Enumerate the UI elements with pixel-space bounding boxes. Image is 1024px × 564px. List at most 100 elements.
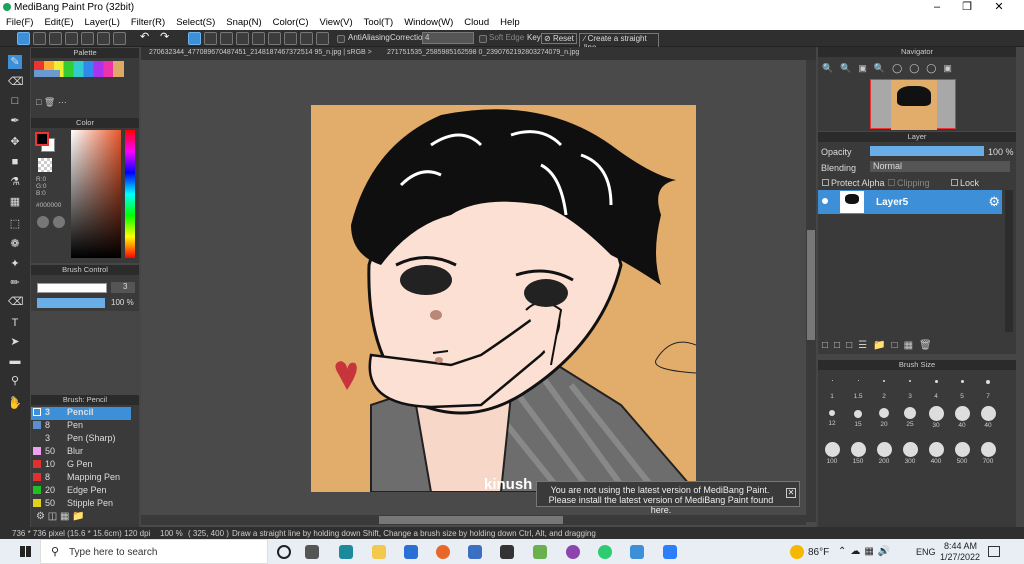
- menu-edit[interactable]: Edit(E): [38, 15, 78, 30]
- layer-actions[interactable]: □□□☰📁□▦🗑: [822, 340, 938, 351]
- app-icon[interactable]: [533, 545, 547, 559]
- undo-icon[interactable]: ↶: [140, 32, 153, 45]
- color-picker-icon[interactable]: [53, 216, 65, 228]
- open-icon[interactable]: [65, 32, 78, 45]
- clipping-checkbox[interactable]: [888, 179, 895, 186]
- menu-help[interactable]: Help: [494, 15, 525, 30]
- new-file-icon[interactable]: [33, 32, 46, 45]
- hue-slider[interactable]: [125, 130, 135, 258]
- brush-size-slider[interactable]: [37, 283, 107, 293]
- menu-layer[interactable]: Layer(L): [79, 15, 125, 30]
- tab-document-1[interactable]: 270632344_477089670487451_21481874673725…: [149, 49, 372, 56]
- medibang-icon[interactable]: [630, 545, 644, 559]
- layer-row[interactable]: Layer5 ⚙: [818, 190, 1002, 214]
- brush-size-option[interactable]: 20: [874, 408, 894, 428]
- maximize-button[interactable]: ❐: [952, 0, 982, 15]
- perspective-snap-icon[interactable]: [236, 32, 249, 45]
- eyedropper-tool-icon[interactable]: ⚲: [8, 374, 22, 388]
- primary-color-swatch[interactable]: [35, 132, 49, 146]
- amazon-icon[interactable]: [500, 545, 514, 559]
- zoom-icon[interactable]: [663, 545, 677, 559]
- brush-size-grid[interactable]: 1 1.5 2 3 4 5 7 12 15 20 25 30 40 40 100…: [818, 372, 1008, 472]
- protect-alpha-checkbox[interactable]: [822, 179, 829, 186]
- fill-rect-tool-icon[interactable]: ■: [8, 155, 22, 169]
- taskbar-search[interactable]: ⚲ Type here to search: [40, 539, 268, 564]
- clock-time[interactable]: 8:44 AM: [944, 541, 977, 551]
- brush-list-actions[interactable]: ⚙ ◫ ▦ 📁: [36, 511, 85, 522]
- select-eraser-tool-icon[interactable]: ⌫: [8, 295, 24, 309]
- mail-icon[interactable]: [404, 545, 418, 559]
- navigator-zoom-icons[interactable]: 🔍🔍▣🔍◯◯◯▣: [822, 63, 959, 74]
- brush-size-option[interactable]: 3: [900, 380, 920, 400]
- parallel-snap-icon[interactable]: [204, 32, 217, 45]
- menu-cloud[interactable]: Cloud: [458, 15, 494, 30]
- menu-view[interactable]: View(V): [314, 15, 358, 30]
- pencil-tool-icon[interactable]: ✎: [8, 55, 22, 69]
- bucket-tool-icon[interactable]: ⚗: [8, 175, 22, 189]
- redo-icon[interactable]: ↷: [160, 32, 173, 45]
- minimize-button[interactable]: –: [922, 0, 952, 15]
- brush-size-option[interactable]: 30: [924, 406, 948, 429]
- artwork-canvas[interactable]: [311, 105, 696, 492]
- layer-scrollbar[interactable]: [1005, 190, 1013, 332]
- menu-filter[interactable]: Filter(R): [125, 15, 170, 30]
- brush-item[interactable]: 8 Mapping Pen: [31, 472, 131, 485]
- save-icon[interactable]: [81, 32, 94, 45]
- brush-size-option[interactable]: 7: [978, 380, 998, 400]
- firefox-icon[interactable]: [436, 545, 450, 559]
- divide-tool-icon[interactable]: ▬: [8, 354, 22, 368]
- lasso-tool-icon[interactable]: ❁: [8, 237, 22, 251]
- palette-add-icon[interactable]: □ 🗑 ···: [36, 97, 67, 108]
- snap-settings-icon[interactable]: [316, 32, 329, 45]
- menu-select[interactable]: Select(S): [170, 15, 220, 30]
- file-explorer-icon[interactable]: [372, 545, 386, 559]
- brush-size-option[interactable]: 1: [822, 380, 842, 400]
- comment-icon[interactable]: [49, 32, 62, 45]
- circle-snap-icon[interactable]: [268, 32, 281, 45]
- color-wheel-icon[interactable]: [37, 216, 49, 228]
- brush-size-option[interactable]: 4: [926, 380, 946, 400]
- brush-size-option[interactable]: 1.5: [848, 380, 868, 400]
- menu-color[interactable]: Color(C): [267, 15, 314, 30]
- edge-icon[interactable]: [339, 545, 353, 559]
- brush-item[interactable]: 20 Edge Pen: [31, 485, 131, 498]
- operation-tool-icon[interactable]: ➤: [8, 335, 22, 349]
- menu-window[interactable]: Window(W): [398, 15, 458, 30]
- menu-tool[interactable]: Tool(T): [358, 15, 399, 30]
- select-pen-tool-icon[interactable]: ✏: [8, 276, 22, 290]
- antialiasing-checkbox[interactable]: [337, 35, 345, 43]
- magic-wand-tool-icon[interactable]: ✦: [8, 257, 22, 271]
- brush-size-option[interactable]: 300: [898, 442, 922, 465]
- layer-opacity-slider[interactable]: [870, 146, 984, 156]
- notice-close-icon[interactable]: ✕: [786, 488, 796, 498]
- menu-snap[interactable]: Snap(N): [220, 15, 266, 30]
- canvas-horizontal-scrollbar[interactable]: [141, 515, 806, 525]
- transparent-swatch[interactable]: [38, 158, 52, 172]
- brush-size-option[interactable]: 5: [952, 380, 972, 400]
- palette-swatches-row2[interactable]: [34, 70, 60, 77]
- text-tool-icon[interactable]: T: [8, 316, 22, 330]
- export-icon[interactable]: [97, 32, 110, 45]
- brush-size-option[interactable]: 100: [820, 442, 844, 465]
- move-tool-icon[interactable]: ✥: [8, 135, 22, 149]
- clock-date[interactable]: 1/27/2022: [940, 552, 980, 562]
- layer-settings-icon[interactable]: ⚙: [988, 194, 1000, 210]
- select-tool-icon[interactable]: ⬚: [8, 217, 22, 231]
- canvas-vertical-scrollbar[interactable]: [806, 60, 816, 522]
- chrome-icon[interactable]: [598, 545, 612, 559]
- reset-button[interactable]: ⊘ Reset: [541, 33, 577, 44]
- brush-item[interactable]: 3 Pencil: [31, 407, 131, 420]
- brush-size-option[interactable]: 400: [924, 442, 948, 465]
- brush-size-option[interactable]: 40: [950, 406, 974, 429]
- radial-snap-icon[interactable]: [252, 32, 265, 45]
- brush-size-option[interactable]: 150: [846, 442, 870, 465]
- ruler-off-icon[interactable]: [188, 32, 201, 45]
- brush-item[interactable]: 8 Pen: [31, 420, 131, 433]
- brush-size-option[interactable]: 700: [976, 442, 1000, 465]
- brush-size-option[interactable]: 40: [976, 406, 1000, 429]
- language-indicator[interactable]: ENG: [916, 547, 936, 557]
- eraser-tool-icon[interactable]: ⌫: [8, 75, 24, 89]
- navigator-preview[interactable]: [870, 79, 956, 130]
- brush-item[interactable]: 3 Pen (Sharp): [31, 433, 131, 446]
- soft-edge-checkbox[interactable]: [479, 35, 487, 43]
